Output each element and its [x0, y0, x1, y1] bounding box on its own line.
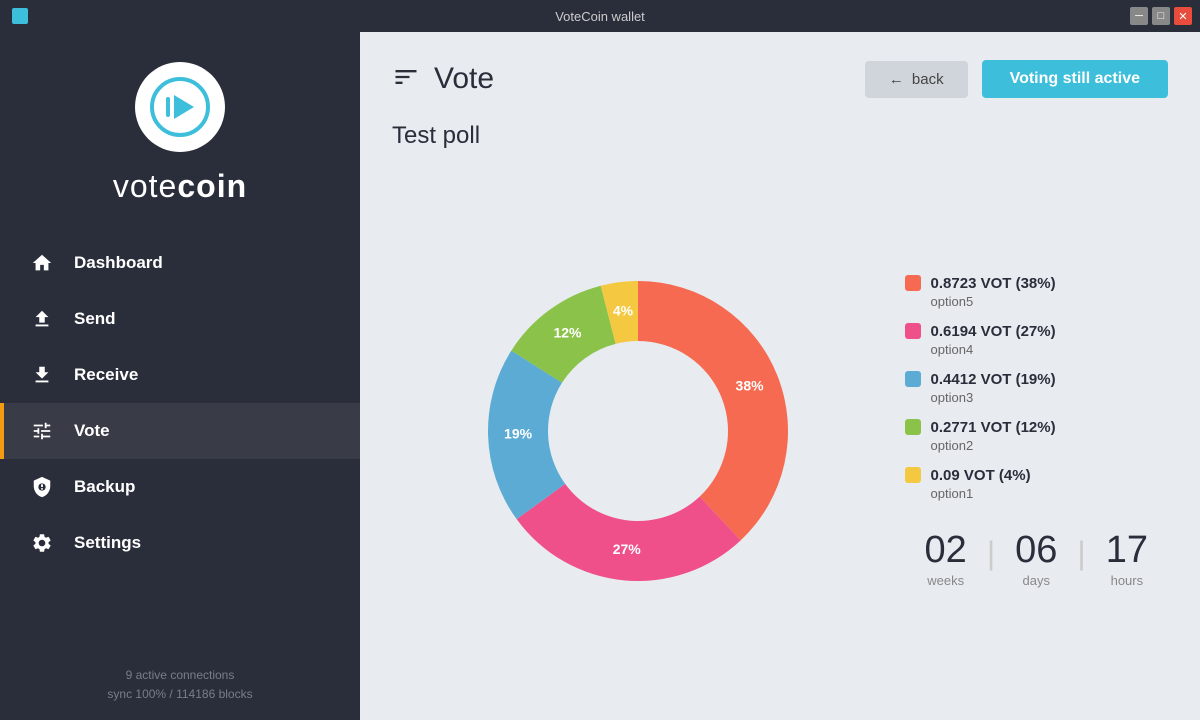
legend-color — [905, 467, 921, 483]
sync-status: sync 100% / 114186 blocks — [107, 685, 252, 704]
logo — [135, 62, 225, 152]
nav-list: Dashboard Send Receive Vote — [0, 235, 360, 571]
timer-hours: 17 hours — [1086, 531, 1168, 588]
legend-value: 0.8723 VOT (38%) — [931, 275, 1056, 292]
legend-header: 0.6194 VOT (27%) — [905, 323, 1165, 340]
sidebar-label-send: Send — [74, 309, 116, 329]
legend-item-option5: 0.8723 VOT (38%) option5 — [905, 275, 1165, 309]
main-header: Vote ← back Voting still active — [392, 60, 1168, 98]
sidebar-label-backup: Backup — [74, 477, 135, 497]
legend-item-option4: 0.6194 VOT (27%) option4 — [905, 323, 1165, 357]
sidebar-label-receive: Receive — [74, 365, 138, 385]
legend-header: 0.09 VOT (4%) — [905, 467, 1165, 484]
right-panel: 0.8723 VOT (38%) option5 0.6194 VOT (27%… — [905, 275, 1168, 588]
hours-label: hours — [1106, 573, 1148, 588]
svg-text:12%: 12% — [554, 325, 583, 341]
shield-icon — [30, 475, 54, 499]
home-icon — [30, 251, 54, 275]
timer-sep-1: | — [987, 535, 995, 572]
timer-days: 06 days — [995, 531, 1077, 588]
poll-body: 38% 27% 19% 12% 4% 0.8723 VOT (38%) option5 … — [392, 170, 1168, 692]
timer-weeks: 02 weeks — [905, 531, 987, 588]
timer-sep-2: | — [1077, 535, 1085, 572]
connections-status: 9 active connections — [107, 666, 252, 685]
sidebar-label-vote: Vote — [74, 421, 110, 441]
sidebar-item-dashboard[interactable]: Dashboard — [0, 235, 360, 291]
legend-item-option1: 0.09 VOT (4%) option1 — [905, 467, 1165, 501]
app-container: votecoin Dashboard Send Receive — [0, 32, 1200, 720]
maximize-button[interactable]: □ — [1152, 7, 1170, 25]
svg-text:38%: 38% — [736, 378, 765, 394]
chart-container: 38% 27% 19% 12% 4% — [392, 261, 885, 601]
legend-option-label: option2 — [905, 438, 1165, 453]
window-controls: ─ □ ✕ — [1130, 7, 1192, 25]
sidebar-item-send[interactable]: Send — [0, 291, 360, 347]
legend-option-label: option4 — [905, 342, 1165, 357]
days-value: 06 — [1015, 531, 1057, 569]
legend-item-option3: 0.4412 VOT (19%) option3 — [905, 371, 1165, 405]
page-title-group: Vote — [392, 62, 494, 96]
back-button[interactable]: ← back — [865, 61, 968, 98]
svg-text:19%: 19% — [504, 425, 533, 441]
legend: 0.8723 VOT (38%) option5 0.6194 VOT (27%… — [905, 275, 1165, 501]
sidebar-item-settings[interactable]: Settings — [0, 515, 360, 571]
sidebar-item-vote[interactable]: Vote — [0, 403, 360, 459]
gear-icon — [30, 531, 54, 555]
weeks-label: weeks — [925, 573, 967, 588]
window-title: VoteCoin wallet — [555, 9, 645, 24]
sidebar-label-settings: Settings — [74, 533, 141, 553]
download-icon — [30, 363, 54, 387]
legend-option-label: option1 — [905, 486, 1165, 501]
titlebar: VoteCoin wallet ─ □ ✕ — [0, 0, 1200, 32]
legend-color — [905, 275, 921, 291]
legend-option-label: option5 — [905, 294, 1165, 309]
sidebar: votecoin Dashboard Send Receive — [0, 32, 360, 720]
legend-header: 0.8723 VOT (38%) — [905, 275, 1165, 292]
sliders-icon — [30, 419, 54, 443]
sidebar-footer: 9 active connections sync 100% / 114186 … — [91, 650, 268, 720]
legend-color — [905, 323, 921, 339]
legend-value: 0.2771 VOT (12%) — [931, 419, 1056, 436]
header-actions: ← back Voting still active — [865, 60, 1168, 98]
brand-name: votecoin — [113, 168, 247, 205]
countdown-timer: 02 weeks | 06 days | 17 hours — [905, 531, 1168, 588]
legend-color — [905, 419, 921, 435]
back-label: back — [912, 71, 944, 88]
svg-text:27%: 27% — [613, 541, 642, 557]
voting-active-button[interactable]: Voting still active — [982, 60, 1168, 98]
legend-value: 0.09 VOT (4%) — [931, 467, 1031, 484]
page-title: Vote — [434, 62, 494, 96]
svg-text:4%: 4% — [613, 303, 634, 319]
minimize-button[interactable]: ─ — [1130, 7, 1148, 25]
back-arrow-icon: ← — [889, 71, 904, 88]
legend-option-label: option3 — [905, 390, 1165, 405]
main-content: Vote ← back Voting still active Test pol… — [360, 32, 1200, 720]
days-label: days — [1015, 573, 1057, 588]
donut-chart: 38% 27% 19% 12% 4% — [468, 261, 808, 601]
legend-header: 0.2771 VOT (12%) — [905, 419, 1165, 436]
close-button[interactable]: ✕ — [1174, 7, 1192, 25]
legend-item-option2: 0.2771 VOT (12%) option2 — [905, 419, 1165, 453]
legend-color — [905, 371, 921, 387]
legend-value: 0.6194 VOT (27%) — [931, 323, 1056, 340]
sidebar-label-dashboard: Dashboard — [74, 253, 163, 273]
weeks-value: 02 — [925, 531, 967, 569]
legend-header: 0.4412 VOT (19%) — [905, 371, 1165, 388]
sidebar-item-backup[interactable]: Backup — [0, 459, 360, 515]
hours-value: 17 — [1106, 531, 1148, 569]
poll-title: Test poll — [392, 122, 1168, 150]
legend-value: 0.4412 VOT (19%) — [931, 371, 1056, 388]
filter-icon — [392, 63, 420, 96]
sidebar-item-receive[interactable]: Receive — [0, 347, 360, 403]
chart-segment-option5 — [638, 281, 788, 540]
upload-icon — [30, 307, 54, 331]
